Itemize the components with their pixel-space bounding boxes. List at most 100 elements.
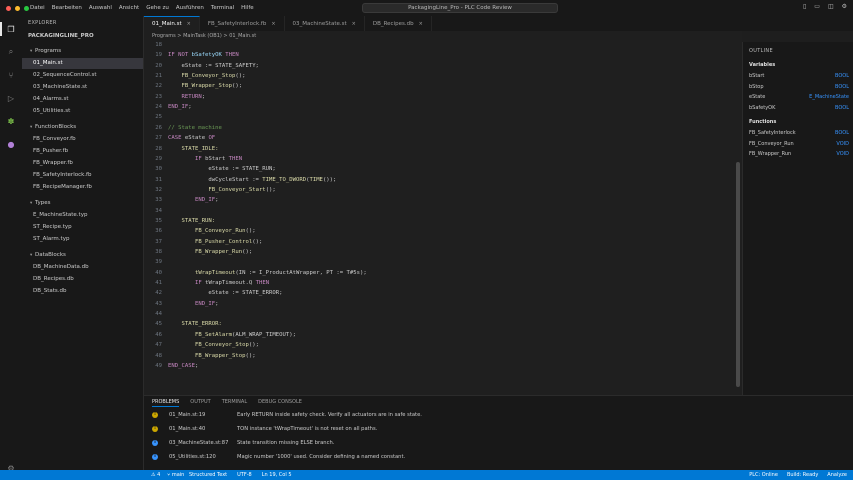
tree-file[interactable]: DB_Stats.db [22, 286, 143, 297]
code-line[interactable]: 45 STATE_ERROR: [144, 319, 734, 329]
tree-file[interactable]: ST_Alarm.typ [22, 234, 143, 245]
menu-item[interactable]: Datei [30, 5, 45, 11]
code-line[interactable]: 33 END_IF; [144, 195, 734, 205]
search-icon[interactable]: ⌕ [5, 46, 17, 58]
code-line[interactable]: 30 eState := STATE_RUN; [144, 164, 734, 174]
tree-file[interactable]: FB_Pusher.fb [22, 146, 143, 157]
code-line[interactable]: 37 FB_Pusher_Control(); [144, 237, 734, 247]
panel-tab[interactable]: TERMINAL [222, 399, 247, 407]
editor-scrollbar[interactable] [735, 42, 741, 395]
code-line[interactable]: 20 eState := STATE_SAFETY; [144, 61, 734, 71]
tree-folder[interactable]: ▾ Programs [22, 46, 143, 57]
code-line[interactable]: 40 tWrapTimeout(IN := I_ProductAtWrapper… [144, 268, 734, 278]
file-encoding[interactable]: UTF-8 [237, 470, 252, 480]
close-icon[interactable]: × [271, 21, 275, 27]
outline-item[interactable]: FB_SafetyInterlock BOOL [749, 130, 849, 136]
outline-item[interactable]: bStop BOOL [749, 84, 849, 90]
editor-tab[interactable]: 01_Main.st × [144, 16, 200, 31]
maximize-window-button[interactable] [24, 5, 29, 11]
panel-tab[interactable]: DEBUG CONSOLE [258, 399, 302, 407]
code-line[interactable]: 29 IF bStart THEN [144, 154, 734, 164]
layout-sidebar-icon[interactable]: ▯ [803, 3, 806, 10]
code-line[interactable]: 22 FB_Wrapper_Stop(); [144, 81, 734, 91]
code-line[interactable]: 28 STATE_IDLE: [144, 144, 734, 154]
panel-tab[interactable]: OUTPUT [190, 399, 210, 407]
problem-row[interactable]: i 05_Utilities.st:120 Magic number '1000' … [152, 452, 852, 463]
language-mode[interactable]: Structured Text [189, 470, 227, 480]
problem-row[interactable]: ! 01_Main.st:19 Early RETURN inside safety… [152, 410, 852, 421]
close-window-button[interactable] [6, 5, 11, 11]
close-icon[interactable]: × [419, 21, 423, 27]
code-line[interactable]: 23 RETURN; [144, 92, 734, 102]
layout-split-icon[interactable]: ◫ [828, 3, 834, 10]
code-line[interactable]: 46 FB_SetAlarm(ALM_WRAP_TIMEOUT); [144, 330, 734, 340]
tree-file[interactable]: FB_RecipeManager.fb [22, 182, 143, 193]
close-icon[interactable]: × [187, 21, 191, 27]
git-branch[interactable]: ⑂ main [167, 470, 184, 480]
editor-tab[interactable]: 03_MachineState.st × [285, 16, 365, 31]
run-debug-icon[interactable]: ▷ [5, 92, 17, 104]
extensions-icon[interactable]: ✽ [5, 115, 17, 127]
problems-count[interactable]: ⚠ 4 [151, 470, 160, 480]
outline-item[interactable]: eState E_MachineState [749, 94, 849, 100]
outline-item[interactable]: bSafetyOK BOOL [749, 105, 849, 111]
tree-file[interactable]: 01_Main.st [22, 58, 143, 69]
tree-file[interactable]: 03_MachineState.st [22, 82, 143, 93]
cursor-position[interactable]: Ln 19, Col 5 [262, 470, 292, 480]
code-line[interactable]: 26 // State machine [144, 123, 734, 133]
code-line[interactable]: 24 END_IF; [144, 102, 734, 112]
code-line[interactable]: 38 FB_Wrapper_Run(); [144, 247, 734, 257]
source-control-icon[interactable]: ⑂ [5, 69, 17, 81]
code-line[interactable]: 35 STATE_RUN: [144, 216, 734, 226]
breadcrumb[interactable]: Programs > MainTask (OB1) > 01_Main.st [144, 31, 742, 42]
code-line[interactable]: 44 [144, 309, 734, 319]
code-line[interactable]: 36 FB_Conveyor_Run(); [144, 226, 734, 236]
files-icon[interactable]: ❐ [5, 23, 17, 35]
tree-file[interactable]: 05_Utilities.st [22, 106, 143, 117]
tree-file[interactable]: FB_Conveyor.fb [22, 134, 143, 145]
editor-tab[interactable]: DB_Recipes.db × [365, 16, 432, 31]
menu-item[interactable]: Ansicht [119, 5, 139, 11]
tree-file[interactable]: DB_Recipes.db [22, 274, 143, 285]
outline-item[interactable]: FB_Wrapper_Run VOID [749, 151, 849, 157]
code-line[interactable]: 42 eState := STATE_ERROR; [144, 288, 734, 298]
status-item[interactable]: Analyze [827, 470, 847, 480]
code-line[interactable]: 43 END_IF; [144, 299, 734, 309]
status-item[interactable]: Build: Ready [787, 470, 818, 480]
code-line[interactable]: 49 END_CASE; [144, 361, 734, 371]
code-line[interactable]: 48 FB_Wrapper_Stop(); [144, 351, 734, 361]
tree-file[interactable]: 02_SequenceControl.st [22, 70, 143, 81]
menu-item[interactable]: Gehe zu [146, 5, 169, 11]
command-center[interactable]: PackagingLine_Pro - PLC Code Review [362, 3, 558, 13]
tree-file[interactable]: FB_SafetyInterlock.fb [22, 170, 143, 181]
editor-tab[interactable]: FB_SafetyInterlock.fb × [200, 16, 285, 31]
menu-item[interactable]: Bearbeiten [52, 5, 82, 11]
settings-gear-icon[interactable]: ⚙ [842, 3, 847, 10]
code-line[interactable]: 21 FB_Conveyor_Stop(); [144, 71, 734, 81]
code-line[interactable]: 18 [144, 42, 734, 50]
panel-tab[interactable]: PROBLEMS [152, 399, 180, 407]
project-name[interactable]: PACKAGINGLINE_PRO [28, 33, 94, 39]
tree-folder[interactable]: ▾ Types [22, 198, 143, 209]
problem-row[interactable]: i 03_MachineState.st:87 State transition m… [152, 438, 852, 449]
tree-folder[interactable]: ▾ DataBlocks [22, 250, 143, 261]
code-line[interactable]: 25 [144, 112, 734, 122]
menu-item[interactable]: Hilfe [241, 5, 254, 11]
code-line[interactable]: 32 FB_Conveyor_Start(); [144, 185, 734, 195]
close-icon[interactable]: × [352, 21, 356, 27]
code-line[interactable]: 47 FB_Conveyor_Stop(); [144, 340, 734, 350]
scrollbar-thumb[interactable] [736, 162, 740, 387]
code-line[interactable]: 34 [144, 206, 734, 216]
code-editor[interactable]: 18 19 IF NOT bSafetyOK THEN 20 eState := ST… [144, 42, 742, 395]
outline-item[interactable]: bStart BOOL [749, 73, 849, 79]
tree-file[interactable]: E_MachineState.typ [22, 210, 143, 221]
account-icon[interactable]: ● [5, 138, 17, 150]
outline-item[interactable]: FB_Conveyor_Run VOID [749, 141, 849, 147]
code-line[interactable]: 39 [144, 257, 734, 267]
menu-item[interactable]: Terminal [211, 5, 234, 11]
tree-file[interactable]: DB_MachineData.db [22, 262, 143, 273]
tree-file[interactable]: ST_Recipe.typ [22, 222, 143, 233]
status-item[interactable]: PLC: Online [749, 470, 778, 480]
tree-file[interactable]: 04_Alarms.st [22, 94, 143, 105]
tree-folder[interactable]: ▾ FunctionBlocks [22, 122, 143, 133]
